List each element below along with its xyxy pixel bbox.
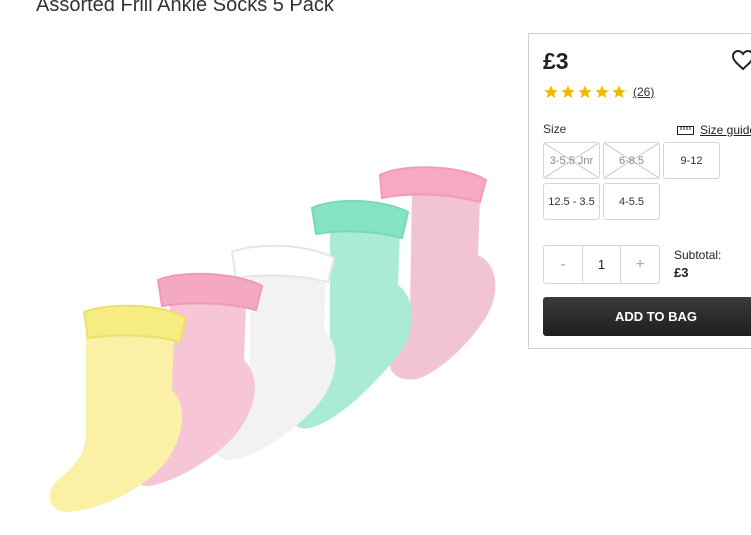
- size-option-12.5-3.5[interactable]: 12.5 - 3.5: [543, 183, 600, 220]
- size-option-9-12[interactable]: 9-12: [663, 142, 720, 179]
- quantity-input[interactable]: 1: [582, 246, 621, 283]
- heart-icon[interactable]: [731, 48, 751, 72]
- subtotal-label: Subtotal:: [674, 248, 722, 262]
- star-icon: [544, 85, 558, 98]
- star-icon: [595, 85, 609, 98]
- ruler-icon: [677, 125, 694, 135]
- size-option-label: 9-12: [680, 154, 703, 167]
- quantity-increase-button[interactable]: +: [621, 246, 659, 283]
- review-count-link[interactable]: (26): [633, 85, 654, 99]
- subtotal-value: £3: [674, 265, 689, 280]
- size-guide-link[interactable]: Size guide: [677, 123, 751, 137]
- size-guide-label: Size guide: [700, 123, 751, 137]
- size-option-6-8.5[interactable]: 6-8.5: [603, 142, 660, 179]
- star-icon: [578, 85, 592, 98]
- product-page: Assorted Frill Ankle Socks 5 Pack £3 (26…: [0, 0, 751, 535]
- size-option-3-5.5-jnr[interactable]: 3-5.5 Jnr: [543, 142, 600, 179]
- star-icon: [612, 85, 626, 98]
- size-option-label: 12.5 - 3.5: [548, 195, 595, 208]
- price: £3: [543, 48, 569, 74]
- rating: (26): [543, 84, 654, 100]
- size-option-label: 6-8.5: [618, 154, 645, 167]
- size-option-label: 3-5.5 Jnr: [549, 154, 594, 167]
- quantity-decrease-button[interactable]: -: [544, 246, 582, 283]
- product-image: [49, 166, 496, 512]
- size-option-label: 4-5.5: [618, 195, 645, 208]
- quantity-stepper: - 1 +: [543, 245, 660, 284]
- product-title: Assorted Frill Ankle Socks 5 Pack: [36, 0, 334, 16]
- add-to-bag-button[interactable]: ADD TO BAG: [543, 297, 751, 336]
- buy-panel: £3 (26) Size Size guide 3-5.5 Jnr 6-8.5 …: [528, 33, 751, 349]
- size-label: Size: [543, 122, 567, 136]
- star-icon: [561, 85, 575, 98]
- size-option-4-5.5[interactable]: 4-5.5: [603, 183, 660, 220]
- star-rating: [543, 84, 627, 100]
